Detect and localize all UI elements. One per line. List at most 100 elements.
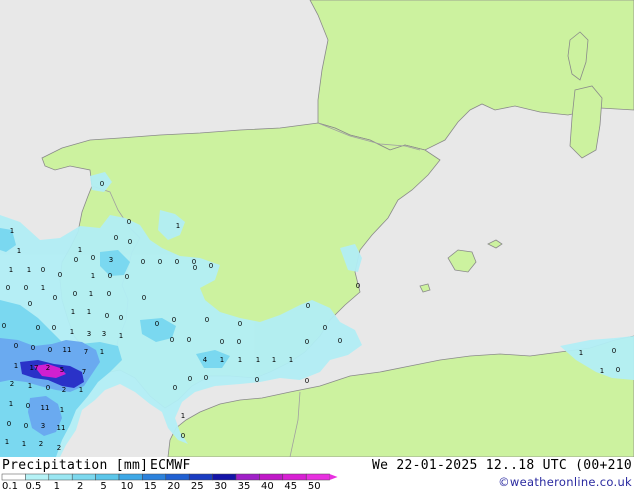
precip-value-label: 2: [57, 444, 61, 452]
precip-value-label: 0: [612, 347, 616, 355]
precip-value-label: 1: [14, 362, 18, 370]
precip-value-label: 1: [256, 356, 260, 364]
precip-value-label: 0: [170, 336, 174, 344]
legend-swatch: [95, 473, 120, 481]
legend-tick-label: 10: [121, 481, 134, 490]
precip-value-label: 1: [100, 348, 104, 356]
precip-value-label: 0: [187, 336, 191, 344]
precip-value-label: 0: [181, 432, 185, 440]
precipitation-map: 10100 0100 311 1 00 1 0 00 0 0 0 00 0 10 1 0001 1 0 00 0 0 1 3…: [0, 0, 634, 457]
precip-value-label: 0: [105, 312, 109, 320]
legend-swatch: [165, 473, 190, 481]
precip-value-label: 0: [46, 384, 50, 392]
precip-value-label: 0: [305, 377, 309, 385]
legend-tick-label: 0.5: [25, 481, 41, 490]
legend-swatch: [71, 473, 96, 481]
precip-value-label: 0: [188, 375, 192, 383]
precip-value-label: 0: [58, 271, 62, 279]
precip-value-label: 0: [36, 324, 40, 332]
legend-swatch: [118, 473, 143, 481]
legend-tick-label: 20: [167, 481, 180, 490]
precip-value-label: 1: [89, 290, 93, 298]
precip-value-label: 0: [193, 264, 197, 272]
legend-tick-label: 25: [191, 481, 204, 490]
legend-tick-label: 0.1: [2, 481, 18, 490]
precip-value-label: 0: [141, 258, 145, 266]
legend-tick-label: 35: [238, 481, 251, 490]
legend-tick-label: 50: [308, 481, 321, 490]
precip-value-label: 0: [142, 294, 146, 302]
precip-value-label: 7: [82, 368, 86, 376]
precip-value-label: 1: [289, 356, 293, 364]
precip-value-label: 2: [39, 440, 43, 448]
precip-value-label: 0: [53, 294, 57, 302]
precip-value-label: 1: [71, 308, 75, 316]
precip-value-label: 5: [60, 366, 64, 374]
precip-value-label: 0: [356, 282, 360, 290]
precip-value-label: 0: [205, 316, 209, 324]
precip-value-label: 0: [172, 316, 176, 324]
precip-value-label: 0: [52, 324, 56, 332]
legend-swatch: [259, 473, 284, 481]
precip-value-label: 0: [2, 322, 6, 330]
precip-value-label: 3: [109, 256, 113, 264]
legend-swatch: [142, 473, 167, 481]
precip-value-label: 11: [63, 346, 72, 354]
precip-value-label: 0: [91, 254, 95, 262]
precip-value-label: 1: [60, 406, 64, 414]
precip-value-label: 0: [220, 338, 224, 346]
precip-value-label: 3: [41, 422, 45, 430]
model-name: ECMWF: [150, 458, 191, 473]
precip-value-label: 0: [74, 256, 78, 264]
precip-value-label: 0: [209, 262, 213, 270]
precip-value-label: 0: [238, 320, 242, 328]
legend-tick-label: 1: [54, 481, 60, 490]
precip-value-label: 4: [203, 356, 208, 364]
precip-value-label: 0: [7, 420, 11, 428]
precip-value-label: 1: [600, 367, 604, 375]
precip-value-label: 0: [14, 342, 18, 350]
precip-value-label: 0: [616, 366, 620, 374]
precip-value-label: 2: [10, 380, 14, 388]
precip-value-label: 0: [24, 284, 28, 292]
precip-value-label: 0: [175, 258, 179, 266]
precip-value-label: 0: [48, 346, 52, 354]
precip-value-label: 0: [107, 290, 111, 298]
precip-value-label: 1: [220, 356, 224, 364]
legend-swatch: [1, 473, 26, 481]
precip-value-label: 0: [119, 314, 123, 322]
precip-value-label: 0: [155, 320, 159, 328]
legend-tick-label: 30: [214, 481, 227, 490]
legend-swatch: [235, 473, 260, 481]
chart-title: Precipitation [mm]: [2, 458, 149, 473]
precip-value-label: 0: [158, 258, 162, 266]
precip-value-label: 1: [79, 386, 83, 394]
legend-tick-label: 5: [100, 481, 106, 490]
precip-value-label: 11: [41, 404, 50, 412]
legend-swatch: [282, 473, 307, 481]
precip-value-label: 11: [57, 424, 66, 432]
precip-value-label: 0: [31, 344, 35, 352]
precip-value-label: 1: [181, 412, 185, 420]
precip-value-label: 0: [125, 273, 129, 281]
footer: Precipitation [mm] ECMWF We 22-01-2025 1…: [0, 457, 634, 490]
precip-value-label: 1: [5, 438, 9, 446]
legend-swatch: [212, 473, 237, 481]
precip-value-label: 1: [78, 246, 82, 254]
precip-value-label: 1: [579, 349, 583, 357]
legend-swatch: [188, 473, 213, 481]
precip-value-label: 2: [46, 364, 50, 372]
precip-value-label: 0: [338, 337, 342, 345]
precip-value-label: 3: [87, 330, 91, 338]
precip-value-label: 0: [114, 234, 118, 242]
forecast-datetime: We 22-01-2025 12..18 UTC (00+210: [371, 458, 632, 473]
precip-value-label: 0: [108, 272, 112, 280]
precip-value-label: 0: [26, 402, 30, 410]
precip-value-label: 0: [100, 180, 104, 188]
legend-tick-label: 40: [261, 481, 274, 490]
precip-value-label: 1: [9, 266, 13, 274]
precip-value-label: 0: [41, 266, 45, 274]
precip-value-label: 1: [10, 227, 14, 235]
credit-link[interactable]: ©weatheronline.co.uk: [498, 475, 632, 489]
precip-value-label: 7: [84, 348, 88, 356]
